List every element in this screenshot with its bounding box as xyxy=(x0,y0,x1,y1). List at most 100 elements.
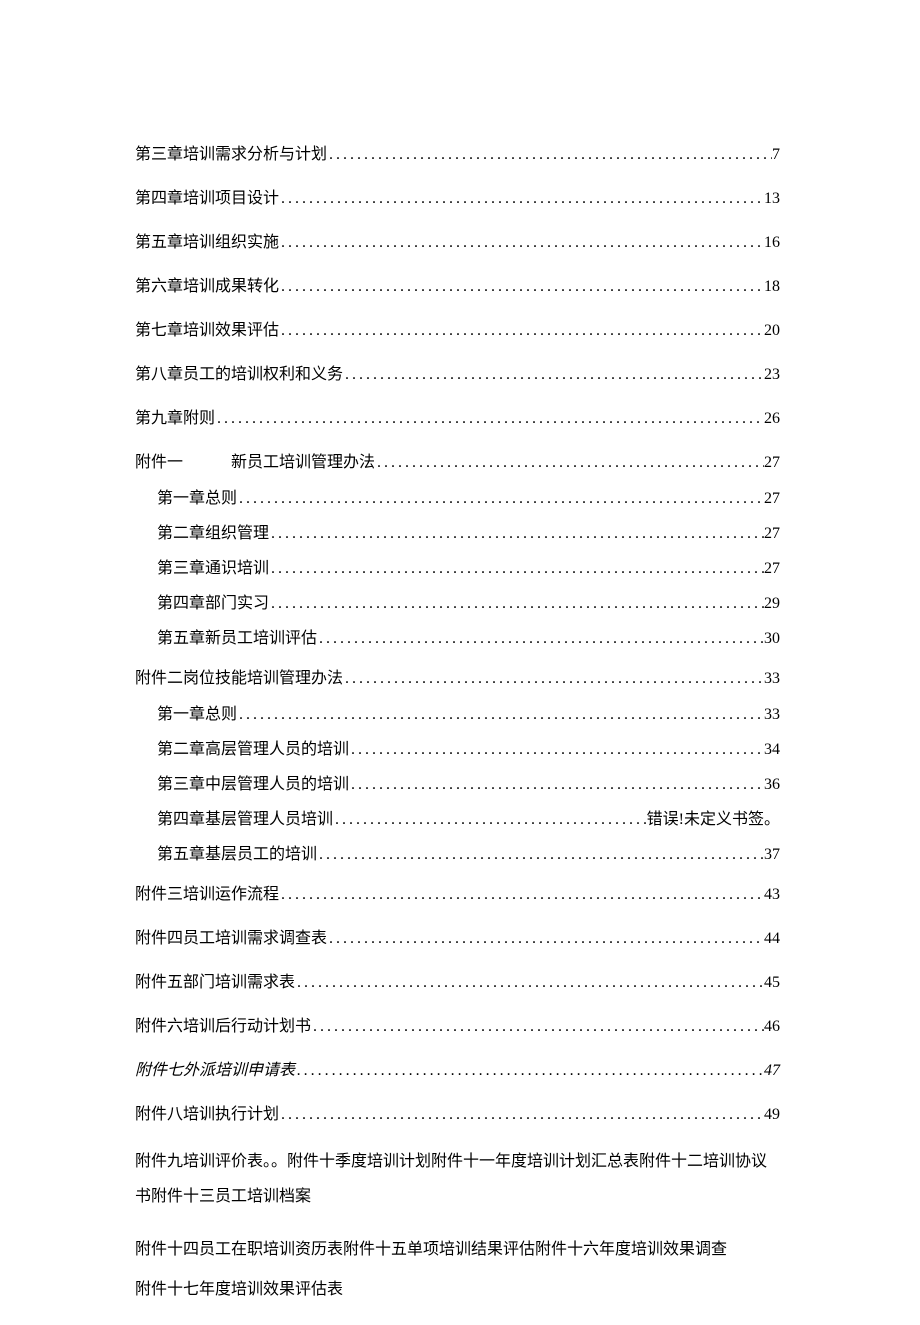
toc-page-number: 27 xyxy=(764,490,780,508)
toc-label: 附件一 新员工培训管理办法 xyxy=(135,448,375,472)
toc-page-number: 37 xyxy=(764,846,780,864)
toc-label: 第一章总则 xyxy=(157,700,237,724)
toc-leader-dots: ........................................… xyxy=(279,886,764,904)
toc-subentry-error: 第四章基层管理人员培训 ............................… xyxy=(135,805,780,829)
toc-page-number: 29 xyxy=(764,595,780,613)
toc-page-number: 30 xyxy=(764,630,780,648)
toc-leader-dots: ........................................… xyxy=(215,410,764,428)
toc-page-number: 27 xyxy=(764,525,780,543)
toc-label: 第五章新员工培训评估 xyxy=(157,624,317,648)
toc-label: 第六章培训成果转化 xyxy=(135,272,279,296)
toc-leader-dots: ........................................… xyxy=(349,776,764,794)
toc-label: 第三章中层管理人员的培训 xyxy=(157,770,349,794)
toc-page-number: 27 xyxy=(764,560,780,578)
toc-entry-italic: 附件七外派培训申请表 .............................… xyxy=(135,1056,780,1080)
toc-subentry: 第一章总则 ..................................… xyxy=(135,484,780,508)
toc-subentry: 第四章部门实习 ................................… xyxy=(135,589,780,613)
toc-page-number: 36 xyxy=(764,776,780,794)
toc-leader-dots: ........................................… xyxy=(237,490,764,508)
toc-label: 第二章组织管理 xyxy=(157,519,269,543)
toc-label: 第九章附则 xyxy=(135,404,215,428)
toc-entry-attachment-2: 附件二岗位技能培训管理办法 ..........................… xyxy=(135,664,780,688)
toc-subentry: 第二章高层管理人员的培训 ...........................… xyxy=(135,735,780,759)
toc-subentry: 第五章新员工培训评估 .............................… xyxy=(135,624,780,648)
toc-entry: 第六章培训成果转化 ..............................… xyxy=(135,272,780,296)
toc-leader-dots: ........................................… xyxy=(279,322,764,340)
toc-leader-dots: ........................................… xyxy=(327,146,772,164)
toc-page-number: 43 xyxy=(764,886,780,904)
toc-page-number: 46 xyxy=(764,1018,780,1036)
toc-label: 第四章部门实习 xyxy=(157,589,269,613)
toc-subentry: 第三章通识培训 ................................… xyxy=(135,554,780,578)
toc-label: 第一章总则 xyxy=(157,484,237,508)
toc-leader-dots: ........................................… xyxy=(327,930,764,948)
toc-label: 第五章基层员工的培训 xyxy=(157,840,317,864)
toc-entry: 第五章培训组织实施 ..............................… xyxy=(135,228,780,252)
toc-label: 第七章培训效果评估 xyxy=(135,316,279,340)
toc-page-number: 33 xyxy=(764,706,780,724)
toc-page-error-text: 错误!未定义书签。 xyxy=(647,805,780,829)
toc-title: 新员工培训管理办法 xyxy=(231,454,375,471)
toc-leader-dots: ........................................… xyxy=(279,234,764,252)
toc-page-number: 18 xyxy=(764,278,780,296)
toc-entry-attachment-1: 附件一 新员工培训管理办法 ...........................… xyxy=(135,448,780,472)
toc-label: 附件二岗位技能培训管理办法 xyxy=(135,664,343,688)
toc-sub-group-2: 第一章总则 ..................................… xyxy=(135,700,780,864)
toc-page-number: 49 xyxy=(764,1106,780,1124)
toc-leader-dots: ........................................… xyxy=(269,560,764,578)
toc-flow-paragraph-2: 附件十四员工在职培训资历表附件十五单项培训结果评估附件十六年度培训效果调查 xyxy=(135,1232,780,1267)
toc-leader-dots: ........................................… xyxy=(343,670,764,688)
toc-label: 第四章培训项目设计 xyxy=(135,184,279,208)
toc-page-number: 26 xyxy=(764,410,780,428)
toc-page-number: 20 xyxy=(764,322,780,340)
toc-page-number: 47 xyxy=(764,1062,780,1080)
toc-leader-dots: ........................................… xyxy=(317,630,764,648)
toc-label: 第三章通识培训 xyxy=(157,554,269,578)
toc-label: 附件三培训运作流程 xyxy=(135,880,279,904)
toc-leader-dots: ........................................… xyxy=(269,525,764,543)
toc-leader-dots: ........................................… xyxy=(279,1106,764,1124)
toc-page-number: 13 xyxy=(764,190,780,208)
toc-leader-dots: ........................................… xyxy=(311,1018,764,1036)
toc-entry: 附件四员工培训需求调查表 ...........................… xyxy=(135,924,780,948)
toc-entry: 附件八培训执行计划 ..............................… xyxy=(135,1100,780,1124)
toc-entry: 附件六培训后行动计划书 ............................… xyxy=(135,1012,780,1036)
toc-leader-dots: ........................................… xyxy=(295,974,764,992)
toc-page-number: 7 xyxy=(772,146,780,164)
toc-label: 第四章基层管理人员培训 xyxy=(157,805,333,829)
toc-entry: 第七章培训效果评估 ..............................… xyxy=(135,316,780,340)
toc-label: 第三章培训需求分析与计划 xyxy=(135,140,327,164)
toc-entry: 第三章培训需求分析与计划 ...........................… xyxy=(135,140,780,164)
toc-page-number: 44 xyxy=(764,930,780,948)
toc-subentry: 第三章中层管理人员的培训 ...........................… xyxy=(135,770,780,794)
toc-leader-dots: ........................................… xyxy=(343,366,764,384)
toc-page-number: 33 xyxy=(764,670,780,688)
toc-prefix: 附件一 xyxy=(135,454,183,471)
toc-page-number: 27 xyxy=(764,454,780,472)
toc-flow-paragraph-1: 附件九培训评价表。。附件十季度培训计划附件十一年度培训计划汇总表附件十二培训协议… xyxy=(135,1144,780,1214)
toc-leader-dots: ........................................… xyxy=(279,190,764,208)
toc-label: 第五章培训组织实施 xyxy=(135,228,279,252)
toc-leader-dots: ........................................… xyxy=(237,706,764,724)
toc-leader-dots: ........................................… xyxy=(375,454,764,472)
toc-leader-dots: ........................................… xyxy=(317,846,764,864)
toc-entry: 附件五部门培训需求表 .............................… xyxy=(135,968,780,992)
toc-leader-dots: ........................................… xyxy=(279,278,764,296)
toc-label: 第二章高层管理人员的培训 xyxy=(157,735,349,759)
toc-sub-group-1: 第一章总则 ..................................… xyxy=(135,484,780,648)
toc-page-number: 23 xyxy=(764,366,780,384)
toc-entry: 第四章培训项目设计 ..............................… xyxy=(135,184,780,208)
toc-entry: 第九章附则 ..................................… xyxy=(135,404,780,428)
toc-entry: 第八章员工的培训权利和义务 ..........................… xyxy=(135,360,780,384)
toc-flow-paragraph-3: 附件十七年度培训效果评估表 xyxy=(135,1272,780,1307)
toc-label: 附件八培训执行计划 xyxy=(135,1100,279,1124)
toc-label: 第八章员工的培训权利和义务 xyxy=(135,360,343,384)
toc-label: 附件四员工培训需求调查表 xyxy=(135,924,327,948)
toc-leader-dots: ........................................… xyxy=(295,1062,764,1080)
table-of-contents: 第三章培训需求分析与计划 ...........................… xyxy=(135,140,780,1307)
toc-leader-dots: ........................................… xyxy=(349,741,764,759)
toc-label: 附件五部门培训需求表 xyxy=(135,968,295,992)
toc-leader-dots: ........................................… xyxy=(333,811,647,829)
toc-subentry: 第五章基层员工的培训 .............................… xyxy=(135,840,780,864)
toc-subentry: 第二章组织管理 ................................… xyxy=(135,519,780,543)
